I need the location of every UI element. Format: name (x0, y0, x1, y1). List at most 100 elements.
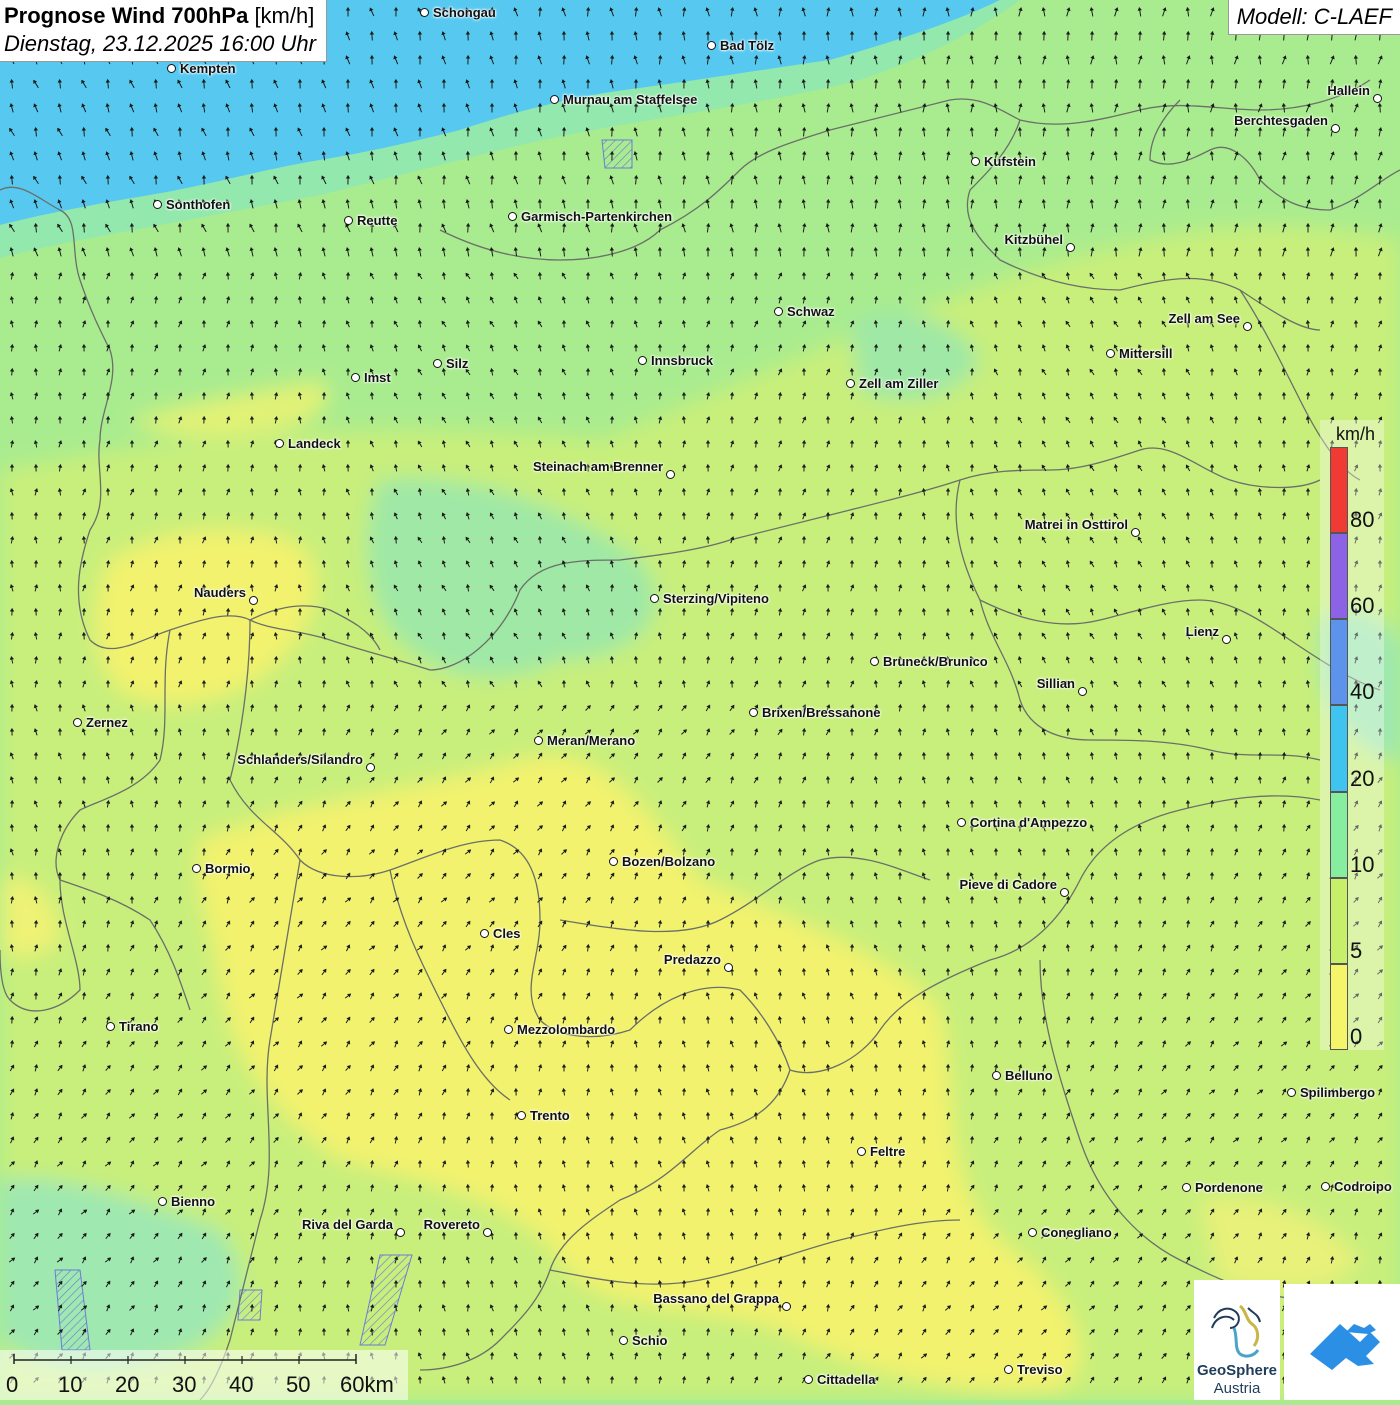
city-marker (433, 359, 442, 368)
city-label: Schwaz (787, 304, 835, 319)
legend-color-band (1330, 878, 1348, 964)
city-label: Garmisch-Partenkirchen (521, 209, 672, 224)
title-unit: [km/h] (254, 3, 314, 28)
city-label: Bienno (171, 1194, 215, 1209)
legend-color-band (1330, 533, 1348, 619)
city-label: Berchtesgaden (1234, 113, 1328, 128)
city-label: Mittersill (1119, 346, 1172, 361)
scale-tick-label: 50 (286, 1372, 310, 1398)
city-marker (666, 470, 675, 479)
city-label: Schongau (433, 5, 496, 20)
map-title: Prognose Wind 700hPa [km/h] (4, 3, 316, 29)
geosphere-country: Austria (1194, 1380, 1280, 1397)
city-marker (106, 1022, 115, 1031)
city-marker (1222, 635, 1231, 644)
legend-unit: km/h (1336, 424, 1375, 445)
city-marker (724, 963, 733, 972)
city-label: Innsbruck (651, 353, 713, 368)
scale-tick-label: 10 (58, 1372, 82, 1398)
city-marker (1004, 1365, 1013, 1374)
city-label: Pieve di Cadore (959, 877, 1057, 892)
city-marker (857, 1147, 866, 1156)
city-marker (1028, 1228, 1037, 1237)
city-label: Cles (493, 926, 520, 941)
city-marker (707, 41, 716, 50)
city-label: Bad Tölz (720, 38, 774, 53)
city-label: Predazzo (664, 952, 721, 967)
geosphere-emblem (1194, 1288, 1280, 1368)
city-label: Riva del Garda (302, 1217, 393, 1232)
city-marker (1243, 322, 1252, 331)
city-marker (1331, 124, 1340, 133)
city-label: Kempten (180, 61, 236, 76)
city-marker (153, 200, 162, 209)
geosphere-logo: GeoSphere Austria (1194, 1280, 1280, 1400)
city-label: Schio (632, 1333, 667, 1348)
city-marker (1078, 687, 1087, 696)
app-logo (1284, 1284, 1400, 1400)
city-label: Spilimbergo (1300, 1085, 1375, 1100)
scale-tick-label: 40 (229, 1372, 253, 1398)
scale-tick-label: 60km (340, 1372, 394, 1398)
city-marker (1131, 528, 1140, 537)
legend-tick-label: 80 (1350, 507, 1374, 533)
city-marker (158, 1197, 167, 1206)
city-marker (508, 212, 517, 221)
city-marker (650, 594, 659, 603)
city-label: Brixen/Bressanone (762, 705, 881, 720)
city-label: Imst (364, 370, 391, 385)
legend-tick-label: 40 (1350, 679, 1374, 705)
city-label: Zell am See (1168, 311, 1240, 326)
city-label: Sterzing/Vipiteno (663, 591, 769, 606)
legend-tick-label: 60 (1350, 593, 1374, 619)
city-marker (192, 864, 201, 873)
city-label: Mezzolombardo (517, 1022, 615, 1037)
legend-tick-label: 20 (1350, 766, 1374, 792)
legend-color-band (1330, 705, 1348, 791)
model-label: Modell: C-LAEF (1228, 0, 1400, 35)
legend-tick-label: 5 (1350, 938, 1362, 964)
city-label: Treviso (1017, 1362, 1063, 1377)
city-marker (483, 1228, 492, 1237)
app-logo-mark (1284, 1284, 1400, 1400)
city-marker (1373, 94, 1382, 103)
city-marker (366, 763, 375, 772)
city-marker (971, 157, 980, 166)
city-label: Nauders (194, 585, 246, 600)
city-label: Rovereto (424, 1217, 480, 1232)
city-marker (1060, 888, 1069, 897)
city-marker (846, 379, 855, 388)
legend-tick-label: 10 (1350, 852, 1374, 878)
city-marker (609, 857, 618, 866)
city-label: Bruneck/Brunico (883, 654, 988, 669)
city-label: Cittadella (817, 1372, 876, 1387)
city-marker (804, 1375, 813, 1384)
city-marker (249, 596, 258, 605)
city-label: Bassano del Grappa (653, 1291, 779, 1306)
city-label: Sillian (1037, 676, 1075, 691)
city-marker (1106, 349, 1115, 358)
city-label: Reutte (357, 213, 397, 228)
city-label: Kitzbühel (1005, 232, 1064, 247)
city-marker (870, 657, 879, 666)
city-label: Silz (446, 356, 468, 371)
scale-tick-label: 20 (115, 1372, 139, 1398)
city-marker (344, 216, 353, 225)
legend-color-band (1330, 792, 1348, 878)
city-marker (73, 718, 82, 727)
city-marker (638, 356, 647, 365)
city-label: Schlanders/Silandro (237, 752, 363, 767)
city-label: Lienz (1186, 624, 1219, 639)
city-label: Meran/Merano (547, 733, 635, 748)
city-label: Kufstein (984, 154, 1036, 169)
city-marker (1182, 1183, 1191, 1192)
city-marker (550, 95, 559, 104)
city-label: Belluno (1005, 1068, 1053, 1083)
forecast-datetime: Dienstag, 23.12.2025 16:00 Uhr (4, 31, 316, 57)
city-marker (957, 818, 966, 827)
city-marker (396, 1228, 405, 1237)
city-label: Bozen/Bolzano (622, 854, 715, 869)
city-marker (992, 1071, 1001, 1080)
city-label: Bormio (205, 861, 251, 876)
scale-tick-label: 30 (172, 1372, 196, 1398)
